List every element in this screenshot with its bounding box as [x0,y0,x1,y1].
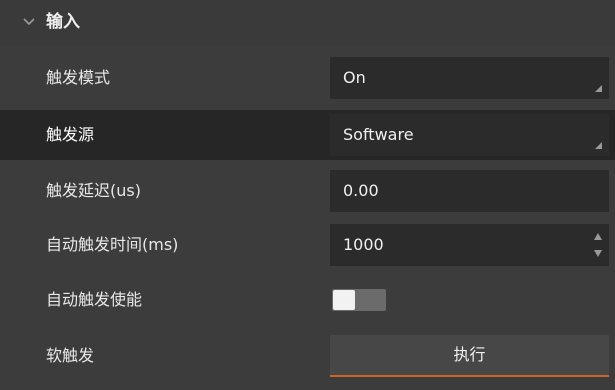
row-trigger-mode: 触发模式 On [0,53,615,103]
parameter-panel: 输入 触发模式 On 触发源 Software 触发延迟(us) 0.00 自动… [0,0,615,390]
spin-down-icon[interactable] [592,247,604,261]
row-trigger-delay: 触发延迟(us) 0.00 [0,166,615,216]
execute-button[interactable]: 执行 [330,335,609,377]
row-trigger-source: 触发源 Software [0,110,615,160]
trigger-source-value: Software [343,125,414,144]
trigger-mode-select[interactable]: On [330,57,609,99]
row-auto-trigger-enable: 自动触发使能 [0,275,615,325]
trigger-source-label: 触发源 [46,125,95,144]
section-title: 输入 [46,12,80,32]
row-auto-trigger-time: 自动触发时间(ms) 1000 [0,220,615,270]
soft-trigger-label: 软触发 [46,346,95,365]
section-header-input[interactable]: 输入 [0,0,615,46]
auto-trigger-time-label: 自动触发时间(ms) [46,235,179,254]
dropdown-corner-icon [595,142,602,149]
auto-trigger-enable-toggle[interactable] [332,289,386,311]
trigger-source-select[interactable]: Software [330,114,609,156]
auto-trigger-enable-label: 自动触发使能 [46,290,143,309]
trigger-delay-input[interactable]: 0.00 [330,170,609,212]
trigger-mode-value: On [343,68,366,87]
trigger-mode-label: 触发模式 [46,68,111,87]
auto-trigger-time-value: 1000 [343,235,384,254]
trigger-delay-value: 0.00 [343,181,379,200]
toggle-knob [333,290,355,310]
row-soft-trigger: 软触发 执行 [0,331,615,381]
spin-up-icon[interactable] [592,229,604,243]
dropdown-corner-icon [595,85,602,92]
chevron-down-icon[interactable] [22,14,36,28]
auto-trigger-time-input[interactable]: 1000 [330,224,609,266]
trigger-delay-label: 触发延迟(us) [46,181,141,200]
